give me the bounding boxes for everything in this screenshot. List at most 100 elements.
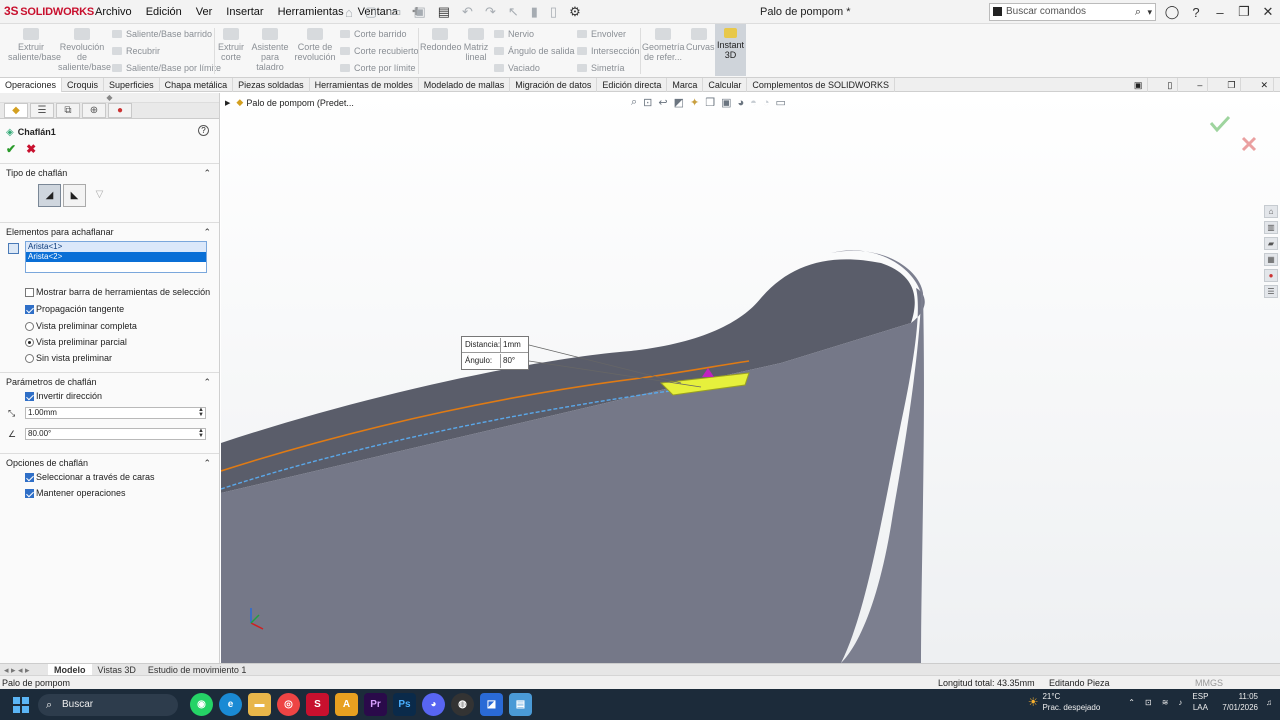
- display-manager-tab[interactable]: ●: [108, 103, 132, 118]
- scroll-arrows-icon[interactable]: ◂ ▸ ◂ ▸: [0, 664, 48, 676]
- tab-migracion-datos[interactable]: Migración de datos: [510, 77, 598, 92]
- seleccionar-caras-checkbox[interactable]: Seleccionar a través de caras: [0, 470, 219, 484]
- doc-close-button[interactable]: ✕: [1255, 78, 1274, 92]
- view-orientation-icon[interactable]: ❒: [705, 96, 715, 109]
- app-icon[interactable]: ◪: [480, 693, 503, 716]
- edge-icon[interactable]: e: [219, 693, 242, 716]
- list-item[interactable]: Arista<1>: [26, 242, 206, 252]
- menu-archivo[interactable]: Archivo: [88, 0, 139, 24]
- invertir-direccion-checkbox[interactable]: Invertir dirección: [0, 389, 219, 403]
- spinner-icon[interactable]: ▲ ▼: [198, 407, 204, 418]
- geometria-referencia-button[interactable]: Geometría de refer...: [642, 28, 685, 62]
- menu-ver[interactable]: Ver: [189, 0, 220, 24]
- expand-arrow-icon[interactable]: ▶: [225, 99, 230, 107]
- custom-properties-icon[interactable]: ☰: [1264, 285, 1278, 298]
- menu-edicion[interactable]: Edición: [139, 0, 189, 24]
- distance-distance-type-button[interactable]: ◣: [63, 183, 86, 207]
- dimxpert-tab[interactable]: ⊕: [82, 103, 106, 118]
- volume-icon[interactable]: ♪: [1178, 698, 1182, 707]
- premiere-icon[interactable]: Pr: [364, 693, 387, 716]
- vista-parcial-radio[interactable]: Vista preliminar parcial: [0, 335, 219, 349]
- collapse-icon[interactable]: ⌃: [203, 225, 211, 239]
- mantener-operaciones-checkbox[interactable]: Mantener operaciones: [0, 486, 219, 500]
- tab-modelado-mallas[interactable]: Modelado de mallas: [419, 77, 511, 92]
- corte-barrido-button[interactable]: Corte barrido: [340, 28, 407, 40]
- tab-modelo[interactable]: Modelo: [48, 663, 92, 676]
- mostrar-barra-checkbox[interactable]: Mostrar barra de herramientas de selecci…: [0, 285, 219, 299]
- display-style-icon[interactable]: ▣: [721, 96, 731, 109]
- distance-input[interactable]: 1.00mm ▲ ▼: [25, 407, 206, 419]
- confirm-corner-cancel-icon[interactable]: [1241, 136, 1257, 152]
- zoom-area-icon[interactable]: ⊡: [643, 96, 652, 109]
- apply-scene-icon[interactable]: ◔: [763, 97, 770, 109]
- section-parametros[interactable]: Parámetros de chaflán ⌃: [0, 375, 219, 389]
- barrido-button[interactable]: Saliente/Base barrido: [112, 28, 212, 40]
- language-indicator[interactable]: ESP LAA: [1192, 691, 1208, 713]
- revolucion-button[interactable]: Revolución de saliente/base: [58, 28, 111, 72]
- folder-icon[interactable]: ▬: [248, 693, 271, 716]
- property-manager-tab[interactable]: ☰: [30, 103, 54, 118]
- restore-button[interactable]: ❐: [1232, 4, 1256, 20]
- windows-start-icon[interactable]: [13, 697, 29, 713]
- redondeo-button[interactable]: Redondeo: [420, 28, 462, 52]
- solidworks-logo[interactable]: 3S SOLIDWORKS: [4, 4, 94, 18]
- tab-marca[interactable]: Marca: [667, 77, 704, 92]
- doc-minimize-button[interactable]: –: [1192, 78, 1209, 92]
- cancel-button[interactable]: ✖: [26, 142, 36, 156]
- extruir-button[interactable]: Extruir saliente/base: [8, 28, 61, 62]
- hide-show-icon[interactable]: ◕: [738, 97, 745, 109]
- appearances-icon[interactable]: ●: [1264, 269, 1278, 282]
- vista-completa-radio[interactable]: Vista preliminar completa: [0, 319, 219, 333]
- corte-recubierto-button[interactable]: Corte recubierto: [340, 45, 419, 57]
- angle-distance-type-button[interactable]: ◢: [38, 183, 61, 207]
- chevron-down-icon[interactable]: ▾: [1147, 4, 1152, 20]
- extruir-corte-button[interactable]: Extruir corte: [216, 28, 246, 62]
- zoom-to-fit-icon[interactable]: ⌕: [631, 96, 637, 109]
- previous-view-icon[interactable]: ↩: [658, 96, 667, 109]
- close-button[interactable]: ✕: [1256, 4, 1280, 20]
- clock[interactable]: 11:05 7/01/2026: [1222, 691, 1258, 713]
- callout-distance-input[interactable]: 1mm: [500, 338, 526, 352]
- menu-insertar[interactable]: Insertar: [219, 0, 270, 24]
- model-view[interactable]: [221, 93, 1280, 663]
- acrobat-icon[interactable]: A: [335, 693, 358, 716]
- collapse-icon[interactable]: ⌃: [203, 456, 211, 470]
- discord-icon[interactable]: ◕: [422, 693, 445, 716]
- matriz-lineal-button[interactable]: Matriz lineal: [462, 28, 490, 62]
- search-commands-input[interactable]: Buscar comandos ⌕ ▾: [989, 3, 1156, 21]
- feature-tree-flyout[interactable]: ▶ ◆ Palo de pompom (Predet...: [225, 97, 354, 108]
- propagacion-tangente-checkbox[interactable]: Propagación tangente: [0, 302, 219, 316]
- tab-vistas-3d[interactable]: Vistas 3D: [92, 664, 142, 676]
- elements-listbox[interactable]: Arista<1> Arista<2>: [25, 241, 207, 273]
- notepad-icon[interactable]: ▤: [509, 693, 532, 716]
- corte-limite-button[interactable]: Corte por límite: [340, 62, 416, 74]
- user-icon[interactable]: ◯: [1160, 4, 1184, 20]
- options-gear-icon[interactable]: ⚙: [569, 4, 581, 20]
- limite-button[interactable]: Saliente/Base por límite: [112, 62, 221, 74]
- view-settings-icon[interactable]: ▭: [775, 96, 785, 109]
- section-tipo-chaflan[interactable]: Tipo de chaflán ⌃: [0, 166, 219, 180]
- callout-angle-input[interactable]: 80°: [500, 354, 526, 368]
- instant3d-button[interactable]: Instant 3D: [715, 24, 746, 76]
- confirm-corner-ok-icon[interactable]: [1209, 115, 1231, 133]
- save-icon[interactable]: ▣: [413, 4, 425, 20]
- print-icon[interactable]: ▤: [438, 4, 450, 20]
- vaciado-button[interactable]: Vaciado: [494, 62, 540, 74]
- chrome-icon[interactable]: ◎: [277, 693, 300, 716]
- spinner-icon[interactable]: ▲ ▼: [198, 428, 204, 439]
- tab-estudio-movimiento[interactable]: Estudio de movimiento 1: [142, 664, 253, 676]
- tab-herramientas-moldes[interactable]: Herramientas de moldes: [310, 77, 419, 92]
- open-icon[interactable]: ▭: [389, 4, 401, 20]
- view-palette-icon[interactable]: ▦: [1264, 253, 1278, 266]
- gamepad-icon[interactable]: ⊡: [1145, 698, 1152, 707]
- graphics-area[interactable]: ▶ ◆ Palo de pompom (Predet... ⌕ ⊡ ↩ ◩ ✦ …: [221, 93, 1280, 663]
- minimize-button[interactable]: –: [1208, 5, 1232, 20]
- status-units[interactable]: MMGS: [1195, 676, 1223, 690]
- edit-appearance-icon[interactable]: ◓: [750, 97, 757, 109]
- menu-herramientas[interactable]: Herramientas: [271, 0, 351, 24]
- vertex-type-button[interactable]: ▽: [88, 184, 111, 207]
- taskbar-search[interactable]: ⌕ Buscar: [38, 694, 178, 716]
- collapse-icon[interactable]: ⌃: [203, 375, 211, 389]
- wifi-icon[interactable]: ≋: [1162, 698, 1169, 707]
- tab-croquis[interactable]: Croquis: [62, 77, 105, 92]
